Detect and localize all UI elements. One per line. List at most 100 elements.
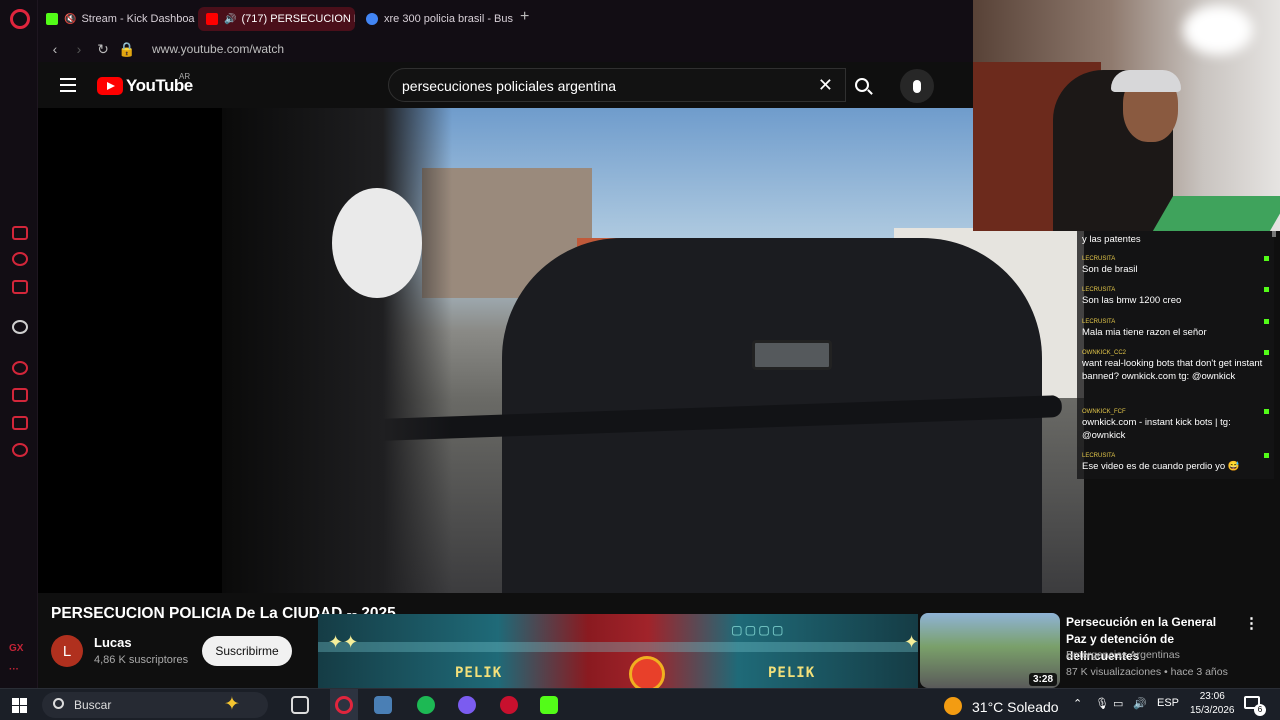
chat-scrollbar[interactable] xyxy=(1272,231,1276,237)
chat-message: LECRUSITA Son de brasil xyxy=(1082,255,1269,276)
banner-stripe xyxy=(318,642,918,652)
chat-text: Mala mia tiene razon el señor xyxy=(1082,327,1207,338)
back-icon[interactable]: ‹ xyxy=(44,41,66,57)
download-icon[interactable] xyxy=(12,388,28,402)
app-icon[interactable] xyxy=(458,696,476,714)
badge-icon xyxy=(1264,453,1269,458)
sparkle-icon: ✦ xyxy=(904,632,918,652)
chat-overlay: y las patentes LECRUSITA Son de brasil L… xyxy=(1077,231,1274,479)
subscribe-button[interactable]: Suscribirme xyxy=(202,636,292,666)
channel-name[interactable]: Lucas xyxy=(94,635,132,650)
weather-sun-icon[interactable] xyxy=(944,697,962,715)
search-query[interactable]: persecuciones policiales argentina xyxy=(402,78,616,94)
weather-text[interactable]: 31°C Soleado xyxy=(972,699,1059,715)
country-code: AR xyxy=(179,72,191,81)
taskbar-search[interactable]: Buscar ✦ xyxy=(42,692,268,718)
reload-icon[interactable]: ↻ xyxy=(92,41,114,58)
settings-icon[interactable] xyxy=(12,443,28,457)
recommendation-channel[interactable]: Emergencias Argentinas xyxy=(1066,649,1180,661)
chatgpt-icon[interactable] xyxy=(12,320,28,334)
search-button[interactable] xyxy=(841,68,883,102)
chat-username: OWNKICK_FCF xyxy=(1082,409,1126,415)
opera-gx-taskbar-icon[interactable] xyxy=(335,696,353,714)
chat-text: y las patentes xyxy=(1082,234,1141,245)
gx-label: GX xyxy=(9,643,24,654)
spotify-icon[interactable] xyxy=(417,696,435,714)
streamer-keyboard xyxy=(1152,196,1280,231)
extensions-icon[interactable] xyxy=(12,416,28,430)
windows-start-icon[interactable] xyxy=(12,698,27,713)
badge-icon xyxy=(1264,319,1269,324)
google-icon xyxy=(366,13,378,25)
motorcycle-screen xyxy=(752,340,832,370)
tab-google-search[interactable]: xre 300 policia brasil - Bus xyxy=(358,7,516,31)
chat-text: Ese video es de cuando perdio yo 😅 xyxy=(1082,461,1240,472)
webcam-light xyxy=(1183,5,1253,55)
chat-username: LECRUSITA xyxy=(1082,256,1116,262)
more-icon[interactable]: ··· xyxy=(9,664,19,675)
game-banner: ✦✦ ✦ ▢▢▢▢ PELIK PELIK xyxy=(318,614,918,688)
app-icon[interactable] xyxy=(374,696,392,714)
youtube-favicon-icon xyxy=(206,13,218,25)
clear-search-icon[interactable]: ✕ xyxy=(818,75,833,96)
search-icon xyxy=(855,78,869,92)
tab-title: (717) PERSECUCION P xyxy=(241,13,355,25)
app-icon[interactable] xyxy=(500,696,518,714)
chat-text: want real-looking bots that don't get in… xyxy=(1082,358,1263,382)
url-field[interactable]: www.youtube.com/watch xyxy=(152,42,284,56)
chat-message: OWNKICK_FCF ownkick.com - instant kick b… xyxy=(1082,408,1269,442)
new-tab-button[interactable]: + xyxy=(520,8,529,26)
language-indicator[interactable]: ESP xyxy=(1157,697,1179,709)
chat-message: OWNKICK_CC2 want real-looking bots that … xyxy=(1082,349,1269,383)
bag-icon[interactable] xyxy=(12,280,28,294)
clock[interactable]: 23:06 15/3/2026 xyxy=(1190,690,1235,718)
tab-title: Stream - Kick Dashboa xyxy=(81,13,195,25)
microphone-icon xyxy=(913,79,921,93)
speaker-icon[interactable]: 🔊 xyxy=(224,14,236,25)
opera-gx-logo-icon[interactable] xyxy=(10,9,30,29)
rider-shadow xyxy=(222,108,452,593)
youtube-play-icon xyxy=(97,77,123,95)
twitch-icon[interactable] xyxy=(12,226,28,240)
subscriber-count: 4,86 K suscriptores xyxy=(94,654,189,666)
streamer-cap xyxy=(1111,70,1181,92)
video-duration: 3:28 xyxy=(1029,673,1058,686)
chat-text: Son de brasil xyxy=(1082,264,1138,275)
badge-icon xyxy=(1264,350,1269,355)
more-options-icon[interactable]: ⋮ xyxy=(1244,614,1259,632)
forward-icon[interactable]: › xyxy=(68,41,90,57)
chat-message: LECRUSITA Ese video es de cuando perdio … xyxy=(1082,452,1269,473)
video-frame[interactable] xyxy=(222,108,1084,593)
windows-taskbar: Buscar ✦ xyxy=(0,688,1280,720)
history-icon[interactable] xyxy=(12,361,28,375)
search-input[interactable]: persecuciones policiales argentina ✕ xyxy=(388,68,846,102)
search-placeholder: Buscar xyxy=(74,698,112,712)
menu-icon[interactable] xyxy=(60,78,76,96)
kick-app-icon[interactable] xyxy=(540,696,558,714)
microphone-icon[interactable]: 🎙 xyxy=(1095,697,1109,710)
tab-youtube-video[interactable]: 🔊 (717) PERSECUCION P xyxy=(198,7,355,31)
badge-icon xyxy=(1264,409,1269,414)
chevron-up-icon[interactable]: ⌃ xyxy=(1073,697,1082,710)
box-icons: ▢▢▢▢ xyxy=(732,620,787,639)
tab-bar: 🔇 Stream - Kick Dashboa 🔊 (717) PERSECUC… xyxy=(38,0,973,36)
tab-title: xre 300 policia brasil - Bus xyxy=(384,13,514,25)
task-view-icon[interactable] xyxy=(291,696,309,714)
chat-username: LECRUSITA xyxy=(1082,453,1116,459)
avatar[interactable]: L xyxy=(51,635,83,667)
voice-search-button[interactable] xyxy=(900,69,934,103)
muted-speaker-icon[interactable]: 🔇 xyxy=(64,14,76,25)
refresh-icon[interactable] xyxy=(12,252,28,266)
network-icon[interactable]: ▭ xyxy=(1113,697,1123,710)
banner-text-right: PELIK xyxy=(768,665,816,681)
sparkle-icon: ✦✦ xyxy=(328,632,359,652)
browser-sidebar: GX ··· xyxy=(0,0,38,688)
address-bar: ‹ › ↻ 🔒 www.youtube.com/watch xyxy=(38,36,973,62)
chat-username: LECRUSITA xyxy=(1082,287,1116,293)
chat-username: LECRUSITA xyxy=(1082,319,1116,325)
search-icon xyxy=(53,698,64,709)
volume-icon[interactable]: 🔊 xyxy=(1133,697,1147,710)
orb-icon xyxy=(629,656,665,688)
tab-kick-dashboard[interactable]: 🔇 Stream - Kick Dashboa xyxy=(38,7,196,31)
lock-icon[interactable]: 🔒 xyxy=(116,41,138,58)
